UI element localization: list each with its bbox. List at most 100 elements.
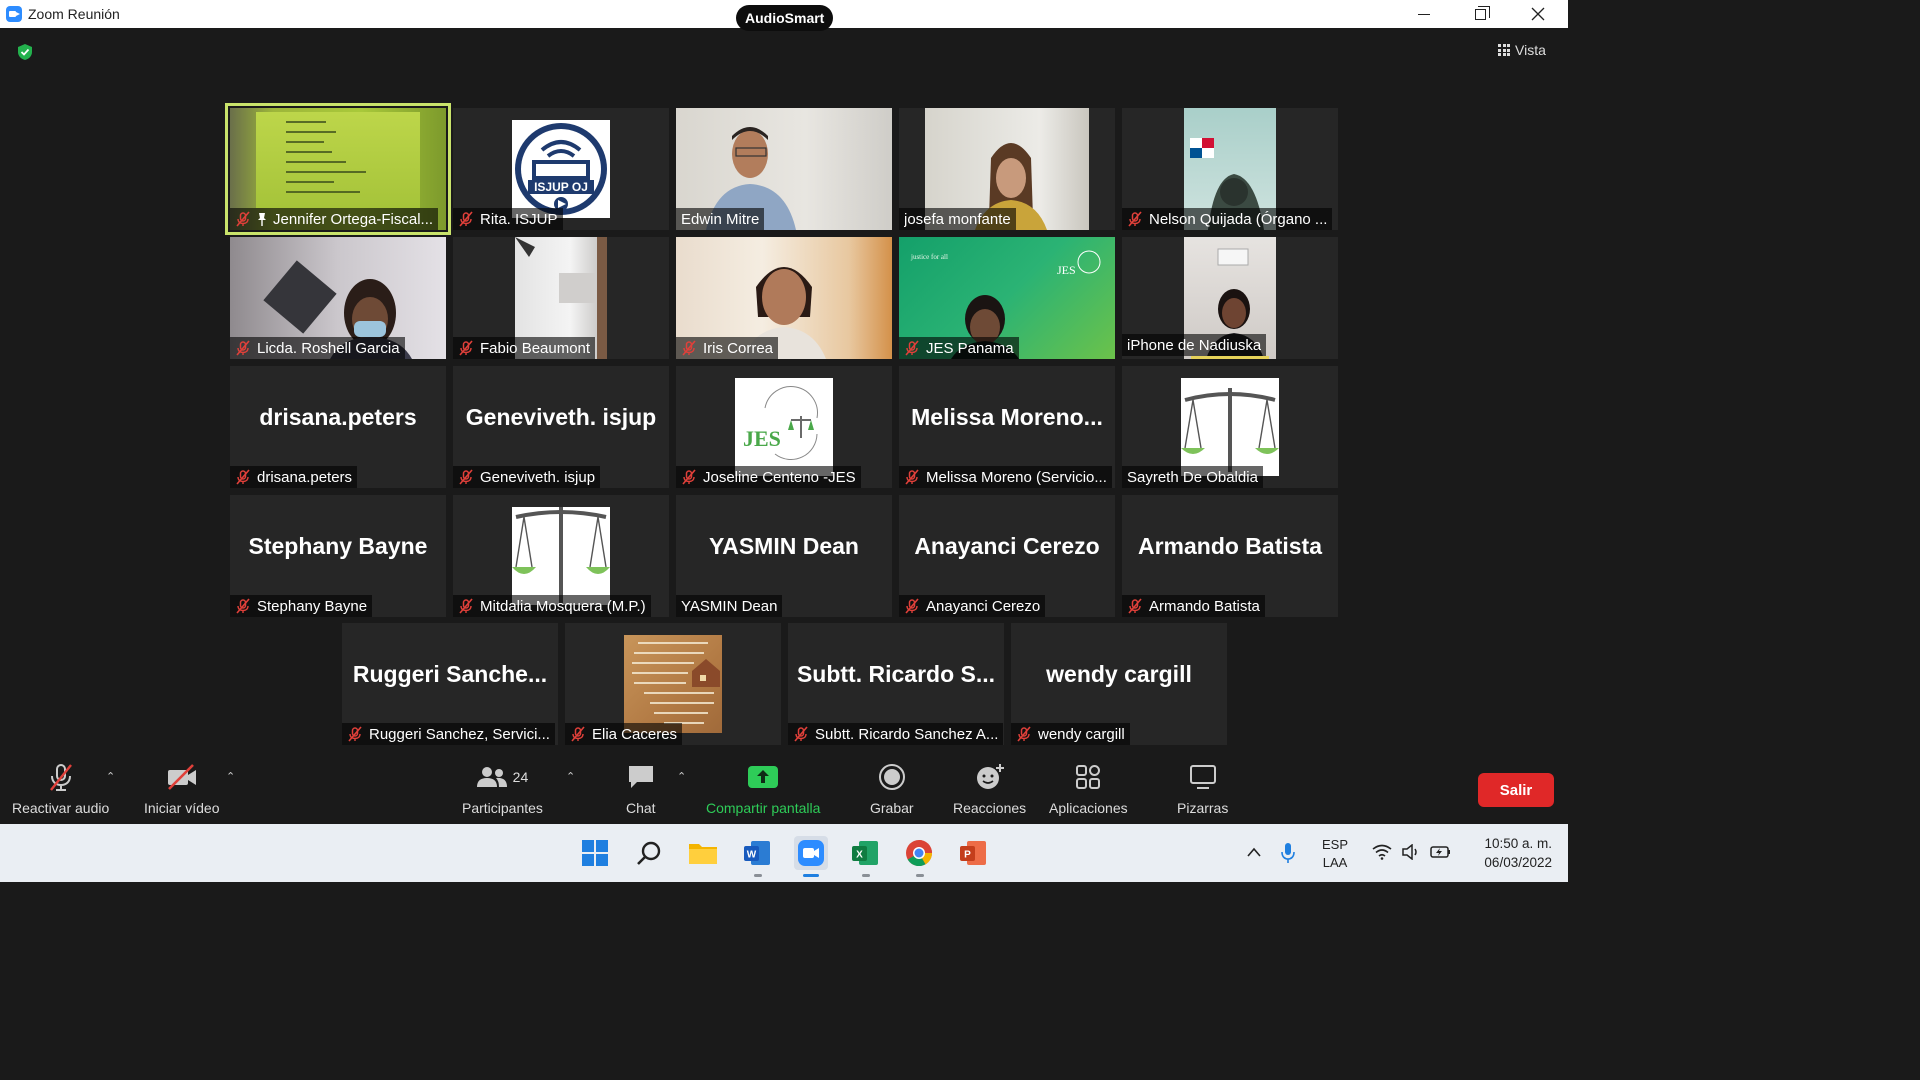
svg-text:P: P <box>964 850 971 861</box>
chat-button[interactable]: Chat <box>626 760 656 816</box>
participants-caret-icon[interactable]: ⌃ <box>566 770 575 783</box>
excel-icon: X <box>852 841 878 865</box>
video-tile[interactable]: Armando Batista Armando Batista <box>1122 495 1338 617</box>
participant-name-bar: JES Panama <box>899 337 1019 359</box>
participant-name-bar: Geneviveth. isjup <box>453 466 601 488</box>
participant-name-bar: Mitdalia Mosquera (M.P.) <box>453 595 651 617</box>
participant-name: JES Panama <box>926 339 1014 357</box>
scales-of-justice-icon <box>1181 388 1279 472</box>
video-tile[interactable]: iPhone de Nadiuska <box>1122 237 1338 359</box>
share-screen-button[interactable]: Compartir pantalla <box>706 760 820 816</box>
muted-mic-icon <box>905 598 919 614</box>
video-tile[interactable]: Elia Caceres <box>565 623 781 745</box>
close-button[interactable] <box>1510 0 1566 28</box>
apps-button[interactable]: Aplicaciones <box>1049 760 1128 816</box>
chrome-taskbar-button[interactable] <box>902 836 936 870</box>
whiteboards-button[interactable]: Pizarras <box>1177 760 1228 816</box>
unmute-button[interactable]: Reactivar audio <box>12 760 109 816</box>
word-icon: W <box>744 841 770 865</box>
wifi-icon[interactable] <box>1372 844 1392 860</box>
clock-date: 06/03/2022 <box>1484 855 1552 870</box>
battery-charging-icon[interactable] <box>1430 844 1452 860</box>
video-tile[interactable]: YASMIN Dean YASMIN Dean <box>676 495 892 617</box>
participant-display-name: Subtt. Ricardo S... <box>796 661 996 687</box>
participant-name-bar: Melissa Moreno (Servicio... <box>899 466 1112 488</box>
video-tile[interactable]: Licda. Roshell Garcia <box>230 237 446 359</box>
participant-name: Edwin Mitre <box>681 210 760 228</box>
meeting-toolbar: Reactivar audio ⌃ Iniciar vídeo ⌃ 24 Par… <box>0 752 1568 824</box>
participant-name-bar: Stephany Bayne <box>230 595 373 617</box>
record-button[interactable]: Grabar <box>870 760 914 816</box>
start-button[interactable] <box>578 836 612 870</box>
powerpoint-taskbar-button[interactable]: P <box>956 836 990 870</box>
participant-name-bar: Fabio Beaumont <box>453 337 596 359</box>
start-video-button[interactable]: Iniciar vídeo <box>144 760 219 816</box>
participant-name: Joseline Centeno -JES <box>703 468 856 486</box>
input-language[interactable]: ESP LAA <box>1322 836 1348 872</box>
muted-mic-icon <box>459 340 473 356</box>
participant-name: Stephany Bayne <box>257 597 368 615</box>
language-code: ESP <box>1322 837 1349 852</box>
participant-name-bar: Iris Correa <box>676 337 779 359</box>
video-tile[interactable]: Subtt. Ricardo S... Subtt. Ricardo Sanch… <box>788 623 1004 745</box>
muted-mic-icon <box>905 469 919 485</box>
video-tile[interactable]: Iris Correa <box>676 237 892 359</box>
participant-name-bar: Elia Caceres <box>565 723 683 745</box>
video-tile[interactable]: Geneviveth. isjup Geneviveth. isjup <box>453 366 669 488</box>
whiteboard-icon <box>1189 765 1216 789</box>
encryption-shield-icon[interactable] <box>16 43 34 61</box>
chat-caret-icon[interactable]: ⌃ <box>677 770 686 783</box>
restore-button[interactable] <box>1452 0 1508 28</box>
scales-of-justice-icon <box>512 507 610 605</box>
windows-taskbar: W X P ESP LAA 10:50 a. m. 06/03/2022 <box>0 824 1568 882</box>
video-tile[interactable]: drisana.peters drisana.peters <box>230 366 446 488</box>
video-tile[interactable]: Sayreth De Obaldia <box>1122 366 1338 488</box>
audio-options-caret-icon[interactable]: ⌃ <box>106 770 115 783</box>
participant-name: iPhone de Nadiuska <box>1127 336 1262 354</box>
show-hidden-icons-chevron-icon[interactable] <box>1246 846 1262 858</box>
video-tile[interactable]: Stephany Bayne Stephany Bayne <box>230 495 446 617</box>
quote-image-lines <box>632 642 720 724</box>
leave-button[interactable]: Salir <box>1478 773 1554 807</box>
video-tile[interactable]: Mitdalia Mosquera (M.P.) <box>453 495 669 617</box>
video-tile[interactable]: JES Joseline Centeno -JES <box>676 366 892 488</box>
file-explorer-taskbar-button[interactable] <box>686 836 720 870</box>
muted-mic-icon <box>1017 726 1031 742</box>
video-options-caret-icon[interactable]: ⌃ <box>226 770 235 783</box>
participant-name-bar: Armando Batista <box>1122 595 1265 617</box>
video-tile[interactable]: Anayanci Cerezo Anayanci Cerezo <box>899 495 1115 617</box>
video-tile[interactable]: Nelson Quijada (Órgano ... <box>1122 108 1338 230</box>
video-tile[interactable]: Jennifer Ortega-Fiscal... <box>225 103 451 235</box>
clock[interactable]: 10:50 a. m. 06/03/2022 <box>1462 834 1552 872</box>
video-tile[interactable]: wendy cargill wendy cargill <box>1011 623 1227 745</box>
participants-button[interactable]: 24 Participantes <box>462 760 543 816</box>
excel-taskbar-button[interactable]: X <box>848 836 882 870</box>
apps-icon <box>1076 765 1101 789</box>
svg-text:X: X <box>856 850 863 861</box>
zoom-taskbar-button[interactable] <box>794 836 828 870</box>
microphone-in-use-icon[interactable] <box>1280 842 1296 864</box>
record-label: Grabar <box>870 800 914 816</box>
word-taskbar-button[interactable]: W <box>740 836 774 870</box>
participant-name-bar: YASMIN Dean <box>676 595 783 617</box>
video-tile[interactable]: Fabio Beaumont <box>453 237 669 359</box>
minimize-button[interactable] <box>1396 0 1452 28</box>
search-button[interactable] <box>632 836 666 870</box>
video-tile[interactable]: josefa monfante <box>899 108 1115 230</box>
reactions-button[interactable]: Reacciones <box>953 760 1026 816</box>
chrome-running-indicator <box>916 874 924 877</box>
video-tile[interactable]: ISJUP OJ Rita. ISJUP <box>453 108 669 230</box>
participant-display-name: Geneviveth. isjup <box>465 404 657 430</box>
volume-icon[interactable] <box>1401 844 1421 860</box>
participant-name: Geneviveth. isjup <box>480 468 596 486</box>
video-tile[interactable]: justice for all JES JES Panama <box>899 237 1115 359</box>
whiteboards-label: Pizarras <box>1177 800 1229 816</box>
zoom-active-indicator <box>803 874 819 877</box>
audiosmart-badge[interactable]: AudioSmart <box>736 5 834 31</box>
view-button[interactable]: Vista <box>1492 38 1558 62</box>
video-tile[interactable]: Melissa Moreno... Melissa Moreno (Servic… <box>899 366 1115 488</box>
participant-name: Rita. ISJUP <box>480 210 558 228</box>
video-tile[interactable]: Ruggeri Sanche... Ruggeri Sanchez, Servi… <box>342 623 558 745</box>
participant-name-bar: drisana.peters <box>230 466 358 488</box>
video-tile[interactable]: Edwin Mitre <box>676 108 892 230</box>
